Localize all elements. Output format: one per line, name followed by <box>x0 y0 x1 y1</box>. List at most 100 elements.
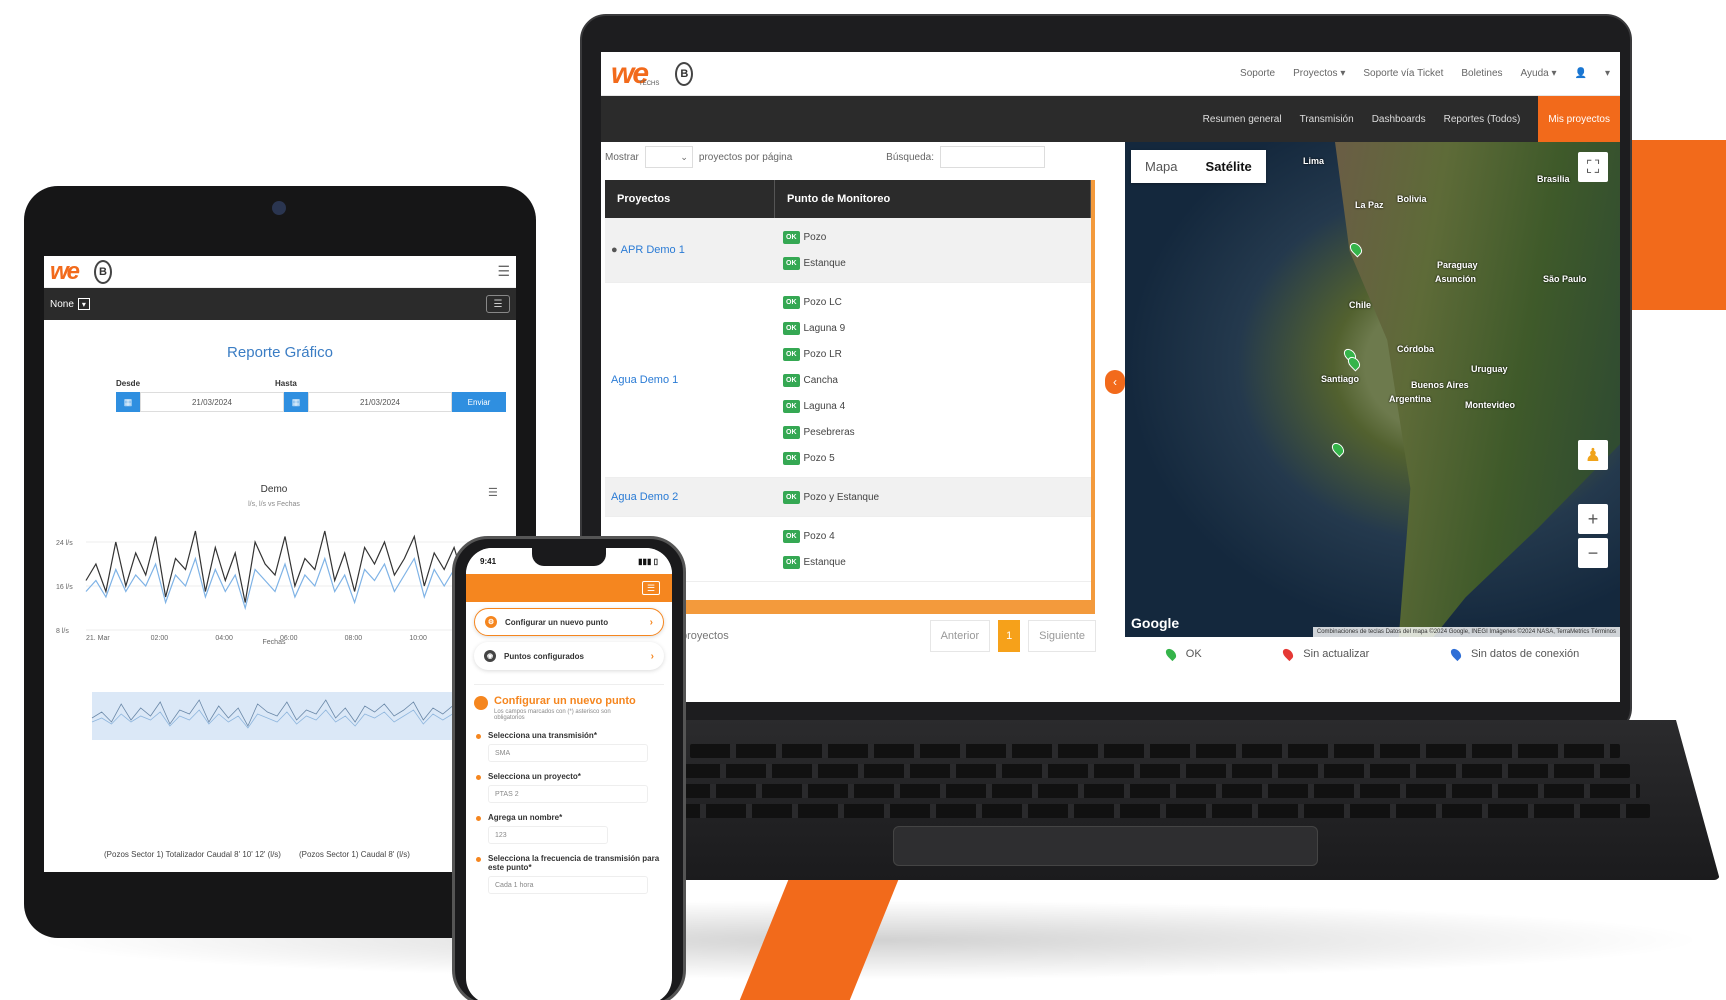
configured-points-button[interactable]: ◉ Puntos configurados › <box>474 642 664 670</box>
point-item[interactable]: OK Laguna 4 <box>783 393 1091 419</box>
point-item[interactable]: OK Estanque <box>783 250 1091 276</box>
point-name: Cancha <box>803 374 838 386</box>
nav-support[interactable]: Soporte <box>1240 68 1275 79</box>
point-item[interactable]: OK Cancha <box>783 367 1091 393</box>
trackpad[interactable] <box>893 826 1318 866</box>
map-pin-ok[interactable] <box>1329 440 1347 458</box>
configure-point-button[interactable]: ⚙ Configurar un nuevo punto › <box>474 608 664 636</box>
project-name[interactable]: Agua Demo 2 <box>605 478 775 516</box>
y-tick-label: 24 l/s <box>56 540 73 547</box>
date-range: ▦ 21/03/2024 ▦ 21/03/2024 Enviar <box>116 392 516 412</box>
collapse-arrow-icon[interactable]: ‹ <box>1105 370 1125 394</box>
map-legend: OK Sin actualizar Sin datos de conexión <box>1125 645 1620 663</box>
certification-seal-icon: B <box>94 259 113 284</box>
point-item[interactable]: OK Pozo LC <box>783 289 1091 315</box>
point-item[interactable]: OK Pozo <box>783 224 1091 250</box>
name-input[interactable]: 123 <box>488 826 608 844</box>
x-tick-label: 21. Mar <box>86 635 110 642</box>
point-item[interactable]: OK Laguna 9 <box>783 315 1091 341</box>
laptop-content: Mostrar ⌄ proyectos por página Búsqueda:… <box>601 142 1620 702</box>
tab-my-projects[interactable]: Mis proyectos <box>1538 96 1620 142</box>
user-icon[interactable]: 👤 <box>1575 68 1587 79</box>
point-name: Laguna 9 <box>803 322 846 334</box>
tab-reports[interactable]: Reportes (Todos) <box>1444 114 1521 125</box>
column-projects[interactable]: Proyectos <box>605 180 775 218</box>
map-attribution[interactable]: Combinaciones de teclas Datos del mapa ©… <box>1312 627 1620 637</box>
project-link[interactable]: ● APR Demo 1 <box>605 218 775 282</box>
chart-menu-icon[interactable]: ☰ <box>488 487 498 499</box>
brand-logo[interactable]: we <box>50 259 80 284</box>
tab-transmission[interactable]: Transmisión <box>1300 114 1354 125</box>
point-item[interactable]: OK Estanque <box>783 549 1091 575</box>
tab-general-summary[interactable]: Resumen general <box>1203 114 1282 125</box>
transmission-select[interactable]: SMA <box>488 744 648 762</box>
satellite-map[interactable]: Mapa Satélite ⛶ ♟ + − Lima Bolivia Parag… <box>1125 142 1620 637</box>
hamburger-menu-icon[interactable]: ☰ <box>497 263 510 280</box>
zoom-in-button[interactable]: + <box>1578 504 1608 534</box>
pagination-info: proyectos <box>681 630 729 642</box>
hamburger-menu-icon[interactable]: ☰ <box>642 581 660 595</box>
x-axis: 21. Mar 02:00 04:00 06:00 08:00 10:00 <box>86 635 427 642</box>
point-item[interactable]: OK Pozo 4 <box>783 523 1091 549</box>
legend-series-2[interactable]: (Pozos Sector 1) Caudal 8' (l/s) <box>299 850 410 859</box>
nav-help[interactable]: Ayuda ▾ <box>1521 68 1557 79</box>
project-field: Selecciona un proyecto* PTAS 2 <box>474 772 664 803</box>
calendar-icon[interactable]: ▦ <box>116 392 140 412</box>
legend-series-1[interactable]: (Pozos Sector 1) Totalizador Caudal 8' 1… <box>104 850 281 859</box>
point-name: Pozo y Estanque <box>803 491 880 503</box>
frequency-select[interactable]: Cada 1 hora <box>488 876 648 894</box>
x-tick-label: 02:00 <box>151 635 169 642</box>
point-item[interactable]: OK Pozo LR <box>783 341 1091 367</box>
map-label: Asunción <box>1435 274 1477 284</box>
zoom-out-button[interactable]: − <box>1578 538 1608 568</box>
project-select[interactable]: PTAS 2 <box>488 785 648 803</box>
page-1-button[interactable]: 1 <box>998 620 1021 652</box>
nav-ticket-support[interactable]: Soporte vía Ticket <box>1363 68 1443 79</box>
tab-dashboards[interactable]: Dashboards <box>1372 114 1426 125</box>
ok-badge: OK <box>783 295 800 309</box>
project-name[interactable]: APR Demo 1 <box>621 244 685 256</box>
navigator-window[interactable] <box>92 692 472 740</box>
phone-screen: 9:41 ▮▮▮ ▯ ☰ ⚙ Configurar un nuevo punto… <box>466 548 672 1000</box>
project-name[interactable]: Agua Demo 1 <box>605 283 775 477</box>
from-date-input[interactable]: 21/03/2024 <box>140 392 284 412</box>
column-monitoring-point[interactable]: Punto de Monitoreo <box>775 180 1091 218</box>
point-item[interactable]: OK Pozo y Estanque <box>783 484 1091 510</box>
certification-seal-icon: B <box>675 61 694 86</box>
to-label: Hasta <box>275 379 297 388</box>
point-item[interactable]: OK Pozo 5 <box>783 445 1091 471</box>
nav-projects[interactable]: Proyectos ▾ <box>1293 68 1345 79</box>
user-menu-chevron[interactable]: ▾ <box>1605 68 1610 79</box>
street-view-pegman-icon[interactable]: ♟ <box>1578 440 1608 470</box>
map-label: Córdoba <box>1397 344 1434 354</box>
dropdown-icon[interactable]: ▾ <box>77 298 90 310</box>
next-button[interactable]: Siguiente <box>1028 620 1096 652</box>
nav-bulletins[interactable]: Boletines <box>1461 68 1502 79</box>
point-name: Pozo 5 <box>803 452 835 464</box>
to-date-input[interactable]: 21/03/2024 <box>308 392 452 412</box>
chart-legend: (Pozos Sector 1) Totalizador Caudal 8' 1… <box>104 850 410 859</box>
fullscreen-icon[interactable]: ⛶ <box>1578 152 1608 182</box>
tab-satellite[interactable]: Satélite <box>1192 150 1266 183</box>
tab-map[interactable]: Mapa <box>1131 150 1192 183</box>
points-list: OK Pozo LC OK Laguna 9 OK Pozo LR OK Cancha … <box>775 283 1091 477</box>
map-label: Lima <box>1303 156 1325 166</box>
legend-label: Sin datos de conexión <box>1470 648 1580 660</box>
point-name: Pozo 4 <box>803 530 835 542</box>
series-line[interactable] <box>85 556 475 611</box>
search-input[interactable] <box>940 146 1045 168</box>
send-button[interactable]: Enviar <box>452 392 506 412</box>
previous-button[interactable]: Anterior <box>929 620 991 652</box>
show-label: Mostrar <box>605 151 639 163</box>
form-header: Configurar un nuevo punto Los campos mar… <box>474 695 664 721</box>
point-name: Pozo LC <box>803 296 842 308</box>
menu-toggle-icon[interactable]: ☰ <box>486 295 510 313</box>
point-item[interactable]: OK Pesebreras <box>783 419 1091 445</box>
green-pin-icon <box>1162 645 1180 663</box>
from-label: Desde <box>116 379 141 388</box>
page-size-select[interactable]: ⌄ <box>644 146 693 168</box>
gear-icon: ⚙ <box>485 616 497 628</box>
calendar-icon[interactable]: ▦ <box>284 392 308 412</box>
chevron-right-icon: › <box>650 650 654 662</box>
map-label: La Paz <box>1355 200 1384 210</box>
